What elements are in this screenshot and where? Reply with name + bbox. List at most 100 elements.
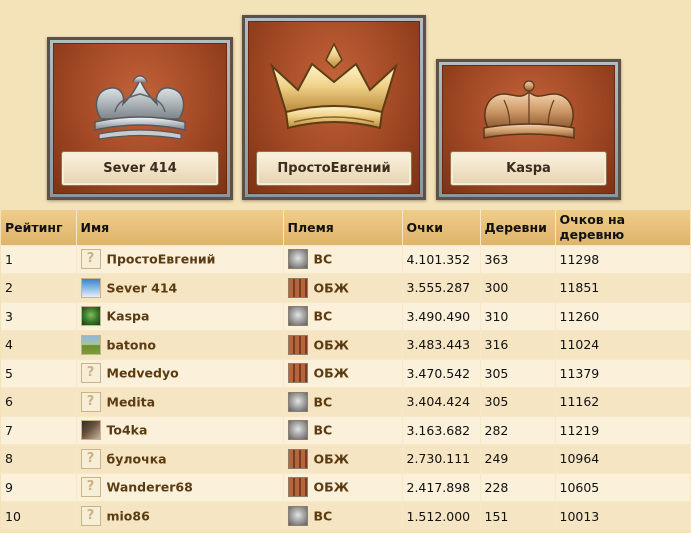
unknown-avatar-icon[interactable]: ? xyxy=(80,448,101,469)
name-cell: ? Medvedyo xyxy=(76,358,284,388)
tribe-cell: ВС xyxy=(283,244,403,274)
villages-cell: 316 xyxy=(480,330,556,359)
tribe-name-link[interactable]: ОБЖ xyxy=(314,337,349,352)
podium-first-name[interactable]: ПростоЕвгений xyxy=(256,151,412,186)
podium-second-panel: Sever 414 xyxy=(53,43,227,194)
rank-cell: 4 xyxy=(1,330,77,359)
podium-first-panel: ПростоЕвгений xyxy=(248,21,420,194)
ranking-table: Рейтинг Имя Племя Очки Деревни Очков на … xyxy=(1,210,691,530)
name-cell: ? булочка xyxy=(76,444,284,473)
player-name-link[interactable]: To4ka xyxy=(107,423,148,438)
table-row: 3 Kaspa ВС 3.490.490 310 11260 xyxy=(1,301,691,331)
points-per-village-cell: 11379 xyxy=(555,358,691,388)
points-cell: 2.417.898 xyxy=(402,472,481,502)
tribe-emblem-icon[interactable] xyxy=(287,391,308,412)
tribe-name-link[interactable]: ОБЖ xyxy=(314,366,349,381)
unknown-avatar-icon[interactable]: ? xyxy=(80,363,101,384)
tribe-emblem-icon[interactable] xyxy=(287,477,308,498)
header-villages[interactable]: Деревни xyxy=(480,210,556,245)
player-name-link[interactable]: batono xyxy=(107,337,156,352)
table-row: 9? Wanderer68 ОБЖ 2.417.898 228 10605 xyxy=(1,472,691,502)
podium-third-name[interactable]: Kaspa xyxy=(450,151,607,186)
points-cell: 3.470.542 xyxy=(402,358,481,388)
tribe-name-link[interactable]: ВС xyxy=(314,309,333,324)
table-row: 7 To4ka ВС 3.163.682 282 11219 xyxy=(1,415,691,445)
header-tribe[interactable]: Племя xyxy=(283,210,403,245)
avatar[interactable] xyxy=(80,277,101,298)
tribe-emblem-icon[interactable] xyxy=(287,334,308,355)
tribe-name-link[interactable]: ОБЖ xyxy=(314,280,349,295)
tribe-emblem-icon[interactable] xyxy=(287,249,308,270)
name-cell: Kaspa xyxy=(76,301,284,331)
points-per-village-cell: 10013 xyxy=(555,501,691,530)
name-cell: To4ka xyxy=(76,415,284,445)
player-name-link[interactable]: Kaspa xyxy=(107,309,150,324)
villages-cell: 151 xyxy=(480,501,556,530)
name-cell: ? mio86 xyxy=(76,501,284,530)
podium-third-place: Kaspa xyxy=(436,59,621,200)
player-name-link[interactable]: Medita xyxy=(107,394,156,409)
tribe-name-link[interactable]: ВС xyxy=(314,252,333,267)
tribe-emblem-icon[interactable] xyxy=(287,506,308,526)
player-name-link[interactable]: Sever 414 xyxy=(107,280,178,295)
points-per-village-cell: 11298 xyxy=(555,244,691,274)
tribe-name-link[interactable]: ОБЖ xyxy=(314,480,349,495)
player-name-link[interactable]: ПростоЕвгений xyxy=(107,252,216,267)
table-row: 6? Medita ВС 3.404.424 305 11162 xyxy=(1,387,691,416)
points-per-village-cell: 11260 xyxy=(555,301,691,331)
tribe-name-link[interactable]: ВС xyxy=(314,423,333,438)
unknown-avatar-icon[interactable]: ? xyxy=(80,506,101,526)
points-cell: 3.404.424 xyxy=(402,387,481,416)
name-cell: ? ПростоЕвгений xyxy=(76,244,284,274)
tribe-emblem-icon[interactable] xyxy=(287,306,308,327)
rank-cell: 5 xyxy=(1,358,77,388)
unknown-avatar-icon[interactable]: ? xyxy=(80,477,101,498)
table-row: 1? ПростоЕвгений ВС 4.101.352 363 11298 xyxy=(1,244,691,274)
tribe-cell: ВС xyxy=(283,501,403,530)
tribe-name-link[interactable]: ВС xyxy=(314,509,333,524)
rank-cell: 10 xyxy=(1,501,77,530)
tribe-name-link[interactable]: ВС xyxy=(314,394,333,409)
villages-cell: 228 xyxy=(480,472,556,502)
rank-cell: 1 xyxy=(1,244,77,274)
table-row: 10? mio86 ВС 1.512.000 151 10013 xyxy=(1,501,691,530)
rank-cell: 7 xyxy=(1,415,77,445)
podium-second-name[interactable]: Sever 414 xyxy=(61,151,219,186)
ranking-rows: 1? ПростоЕвгений ВС 4.101.352 363 11298 2 Sever… xyxy=(1,244,691,530)
avatar[interactable] xyxy=(80,306,101,327)
rank-cell: 3 xyxy=(1,301,77,331)
tribe-cell: ОБЖ xyxy=(283,444,403,473)
player-name-link[interactable]: Medvedyo xyxy=(107,366,179,381)
name-cell: batono xyxy=(76,330,284,359)
tribe-emblem-icon[interactable] xyxy=(287,448,308,469)
tribe-cell: ОБЖ xyxy=(283,358,403,388)
unknown-avatar-icon[interactable]: ? xyxy=(80,391,101,412)
podium-second-place: Sever 414 xyxy=(47,37,233,200)
points-per-village-cell: 10605 xyxy=(555,472,691,502)
header-points[interactable]: Очки xyxy=(402,210,481,245)
avatar[interactable] xyxy=(80,420,101,441)
points-per-village-cell: 11024 xyxy=(555,330,691,359)
villages-cell: 300 xyxy=(480,273,556,302)
tribe-cell: ОБЖ xyxy=(283,330,403,359)
points-cell: 4.101.352 xyxy=(402,244,481,274)
player-name-link[interactable]: булочка xyxy=(107,451,167,466)
points-per-village-cell: 10964 xyxy=(555,444,691,473)
podium-third-panel: Kaspa xyxy=(442,65,615,194)
header-rank[interactable]: Рейтинг xyxy=(1,210,77,245)
player-name-link[interactable]: mio86 xyxy=(107,509,150,524)
header-points-per-village[interactable]: Очков на деревню xyxy=(555,210,691,245)
tribe-name-link[interactable]: ОБЖ xyxy=(314,451,349,466)
rank-cell: 9 xyxy=(1,472,77,502)
tribe-emblem-icon[interactable] xyxy=(287,420,308,441)
table-row: 8? булочка ОБЖ 2.730.111 249 10964 xyxy=(1,444,691,473)
table-row: 4 batono ОБЖ 3.483.443 316 11024 xyxy=(1,330,691,359)
tribe-cell: ВС xyxy=(283,387,403,416)
player-name-link[interactable]: Wanderer68 xyxy=(107,480,193,495)
tribe-emblem-icon[interactable] xyxy=(287,363,308,384)
header-name[interactable]: Имя xyxy=(76,210,284,245)
unknown-avatar-icon[interactable]: ? xyxy=(80,249,101,270)
avatar[interactable] xyxy=(80,334,101,355)
tribe-emblem-icon[interactable] xyxy=(287,277,308,298)
name-cell: ? Wanderer68 xyxy=(76,472,284,502)
